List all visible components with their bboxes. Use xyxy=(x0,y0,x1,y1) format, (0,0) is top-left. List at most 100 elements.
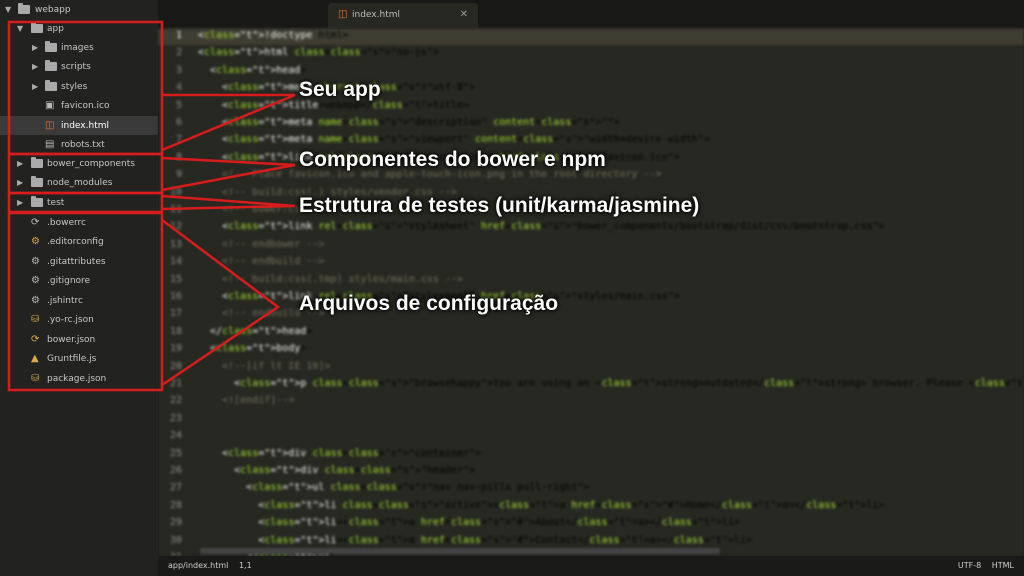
database-icon: ⛁ xyxy=(31,314,40,325)
tree-item-app[interactable]: ▼ app xyxy=(0,19,158,38)
line-number: 30 xyxy=(169,534,182,546)
line-number: 5 xyxy=(175,99,182,111)
chevron-down-icon[interactable]: ▼ xyxy=(17,24,23,33)
tree-item-index-html[interactable]: ◫ index.html xyxy=(0,116,158,135)
tree-item-bowerrc[interactable]: ⟳ .bowerrc xyxy=(0,213,158,232)
tree-label: package.json xyxy=(47,373,107,384)
line-number: 12 xyxy=(169,221,182,233)
code-line[interactable]: <class="t">meta name=class="s">"viewport… xyxy=(198,134,710,145)
code-line[interactable]: <class="t">meta name=class="s">"descript… xyxy=(198,117,619,128)
chevron-down-icon[interactable]: ▼ xyxy=(5,5,11,14)
code-line[interactable]: <class="t">li class=class="s">"active"><… xyxy=(198,500,884,511)
code-line[interactable]: <![endif]--> xyxy=(198,395,294,406)
status-right: UTF-8 HTML xyxy=(958,561,1014,570)
html5-icon: ◫ xyxy=(45,120,55,131)
line-number: 19 xyxy=(169,343,182,355)
code-line[interactable]: <!-- endbower --> xyxy=(198,239,324,250)
tree-label: webapp xyxy=(35,4,71,15)
line-number: 22 xyxy=(169,395,182,407)
close-icon[interactable]: ✕ xyxy=(460,9,468,20)
sidebar-file-tree: ▼ webapp ▼ app ▶ images ▶ scripts ▶ styl… xyxy=(0,0,159,576)
tree-label: bower.json xyxy=(47,334,96,345)
annotation-components: Componentes do bower e npm xyxy=(299,148,606,171)
tab-index-html[interactable]: ◫ index.html ✕ xyxy=(328,3,478,28)
tree-label: test xyxy=(47,197,65,208)
tree-item-test[interactable]: ▶ test xyxy=(0,193,158,212)
line-number: 27 xyxy=(169,482,182,494)
tree-label: styles xyxy=(61,81,88,92)
line-number: 1 xyxy=(175,30,182,41)
tree-item-package-json[interactable]: ⛁ package.json xyxy=(0,369,158,388)
chevron-right-icon[interactable]: ▶ xyxy=(32,43,38,52)
line-number: 10 xyxy=(169,186,182,198)
line-number: 15 xyxy=(169,273,182,285)
line-number: 16 xyxy=(169,291,182,302)
folder-icon xyxy=(45,80,57,91)
tree-item-bower-components[interactable]: ▶ bower_components xyxy=(0,154,158,173)
tree-item-scripts[interactable]: ▶ scripts xyxy=(0,57,158,76)
line-number: 26 xyxy=(169,465,182,476)
code-line[interactable]: </class="t">head> xyxy=(198,326,312,337)
status-encoding[interactable]: UTF-8 xyxy=(958,561,981,570)
annotation-tests: Estrutura de testes (unit/karma/jasmine) xyxy=(299,194,700,217)
tree-item-gruntfile[interactable]: ▲ Gruntfile.js xyxy=(0,349,158,368)
line-number: 20 xyxy=(169,360,182,372)
folder-icon xyxy=(45,41,57,52)
tree-item-node-modules[interactable]: ▶ node_modules xyxy=(0,173,158,192)
horizontal-scrollbar[interactable] xyxy=(200,548,720,554)
code-line[interactable]: <class="t">!doctype html> xyxy=(198,30,349,41)
line-number: 2 xyxy=(175,47,182,59)
code-line[interactable]: <class="t">div class=class="s">"containe… xyxy=(198,448,481,459)
folder-icon xyxy=(31,176,43,187)
gear-icon: ⚙ xyxy=(31,256,40,267)
code-line[interactable]: <class="t">ul class=class="s">"nav nav-p… xyxy=(198,482,589,493)
tree-root-webapp[interactable]: ▼ webapp xyxy=(0,0,158,19)
code-line[interactable]: <class="t">li><class="t">a href=class="s… xyxy=(198,535,752,546)
line-number: 24 xyxy=(169,430,182,442)
code-line[interactable]: <class="t">body> xyxy=(198,343,306,354)
code-editor[interactable]: 1 2 3 4 5 6 7 8 9 10 11 12 13 14 15 16 17 18 19 20 21 22 23 24 2… xyxy=(158,28,1024,556)
line-number: 21 xyxy=(169,378,182,389)
code-line[interactable]: <class="t">head> xyxy=(198,65,306,76)
code-line[interactable]: <class="t">li><class="t">a href=class="s… xyxy=(198,517,740,528)
code-line[interactable]: <!-- endbuild --> xyxy=(198,256,324,267)
file-icon: ▤ xyxy=(45,139,55,150)
chevron-right-icon[interactable]: ▶ xyxy=(17,198,23,207)
line-number: 25 xyxy=(169,447,182,459)
code-line[interactable]: <class="t">html class=class="s">"no-js"> xyxy=(198,47,439,58)
tree-item-robots[interactable]: ▤ robots.txt xyxy=(0,135,158,154)
folder-icon xyxy=(45,60,57,71)
line-number-gutter: 1 2 3 4 5 6 7 8 9 10 11 12 13 14 15 16 17 18 19 20 21 22 23 24 2… xyxy=(158,28,190,556)
tree-item-gitattributes[interactable]: ⚙ .gitattributes xyxy=(0,252,158,271)
chevron-right-icon[interactable]: ▶ xyxy=(32,62,38,71)
tree-label: .bowerrc xyxy=(47,217,86,228)
code-line[interactable]: <!--[if lt IE 10]> xyxy=(198,361,330,372)
tree-item-favicon[interactable]: ▣ favicon.ico xyxy=(0,96,158,115)
image-file-icon: ▣ xyxy=(45,100,55,111)
tree-item-jshintrc[interactable]: ⚙ .jshintrc xyxy=(0,291,158,310)
code-line[interactable]: <class="t">link rel=class="s">"styleshee… xyxy=(198,221,884,232)
tree-item-gitignore[interactable]: ⚙ .gitignore xyxy=(0,271,158,290)
code-line[interactable]: <class="t">p class=class="s">"browsehapp… xyxy=(198,378,1024,389)
gear-icon: ⚙ xyxy=(31,236,40,247)
chevron-right-icon[interactable]: ▶ xyxy=(32,82,38,91)
annotation-config: Arquivos de configuração xyxy=(299,292,559,315)
tree-item-styles[interactable]: ▶ styles xyxy=(0,77,158,96)
folder-icon xyxy=(31,196,43,207)
code-line[interactable]: <class="t">div class=class="s">"header"> xyxy=(198,465,475,476)
html5-icon: ◫ xyxy=(338,9,348,20)
annotation-app: Seu app xyxy=(299,78,381,101)
tree-item-bower-json[interactable]: ⟳ bower.json xyxy=(0,330,158,349)
status-syntax[interactable]: HTML xyxy=(992,561,1014,570)
chevron-right-icon[interactable]: ▶ xyxy=(17,159,23,168)
tree-item-editorconfig[interactable]: ⚙ .editorconfig xyxy=(0,232,158,251)
tree-item-yo-rc[interactable]: ⛁ .yo-rc.json xyxy=(0,310,158,329)
tree-label: index.html xyxy=(61,120,109,131)
tree-label: Gruntfile.js xyxy=(47,353,97,364)
tree-label: bower_components xyxy=(47,158,135,169)
folder-icon xyxy=(31,157,43,168)
code-line[interactable]: <!-- build:css(.tmp) styles/main.css --> xyxy=(198,274,463,285)
tree-item-images[interactable]: ▶ images xyxy=(0,38,158,57)
line-number: 9 xyxy=(175,169,182,181)
chevron-right-icon[interactable]: ▶ xyxy=(17,178,23,187)
